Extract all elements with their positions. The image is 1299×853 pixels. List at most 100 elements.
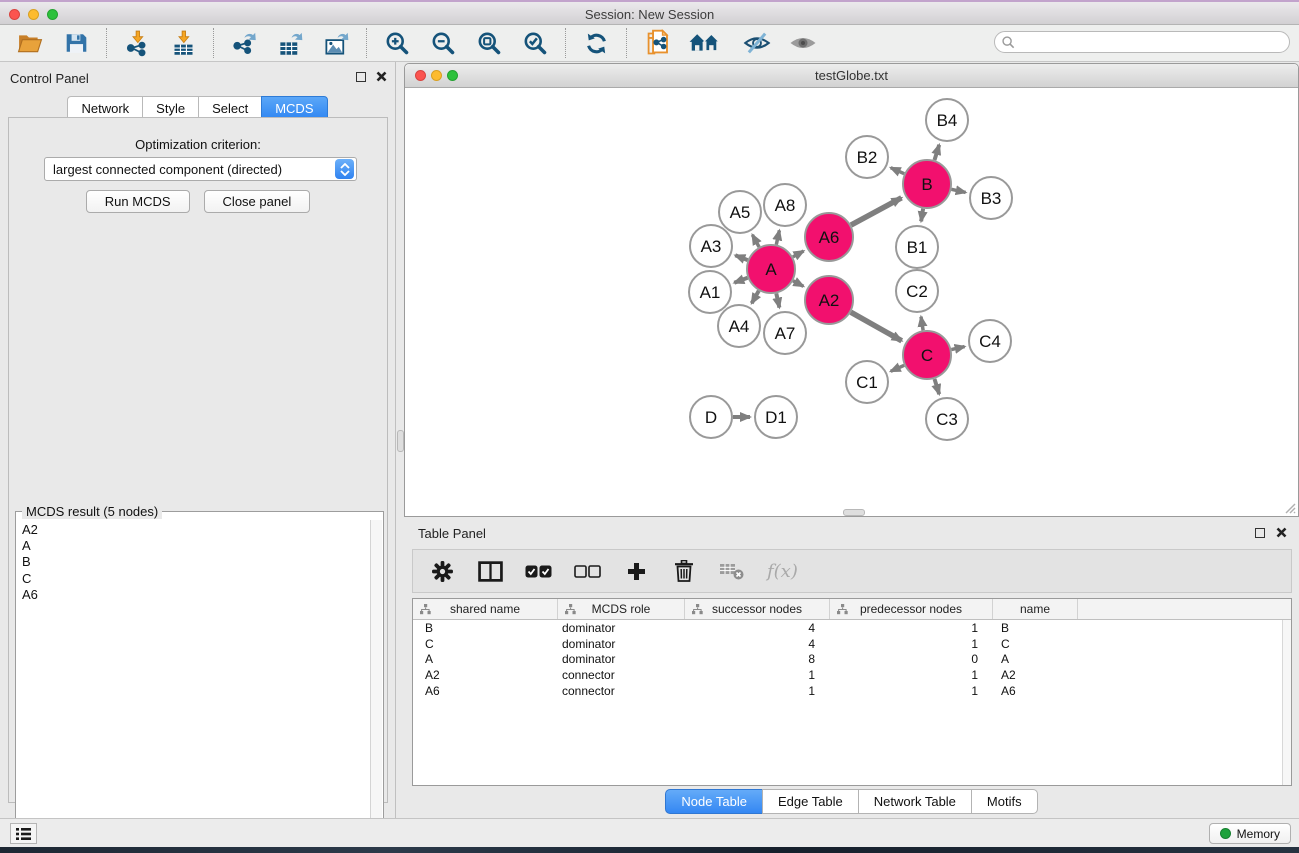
- graph-edge-C-C4[interactable]: [951, 347, 964, 350]
- graph-node-B4[interactable]: B4: [926, 99, 968, 141]
- table-row[interactable]: Bdominator41B: [413, 620, 1291, 636]
- cell-successor-nodes[interactable]: 4: [685, 637, 830, 651]
- cell-predecessor-nodes[interactable]: 0: [830, 652, 993, 666]
- search-field[interactable]: [994, 31, 1290, 53]
- memory-button[interactable]: Memory: [1209, 823, 1291, 844]
- tab-edge-table[interactable]: Edge Table: [762, 789, 858, 814]
- cell-MCDS-role[interactable]: dominator: [558, 621, 685, 635]
- graph-node-A6[interactable]: A6: [805, 213, 853, 261]
- cell-name[interactable]: A: [993, 652, 1078, 666]
- network-canvas[interactable]: AA1A2A3A4A5A6A7A8BB1B2B3B4CC1C2C3C4DD1: [405, 88, 1298, 516]
- tab-node-table[interactable]: Node Table: [665, 789, 762, 814]
- delete-column-trash-icon[interactable]: [671, 556, 697, 586]
- cell-MCDS-role[interactable]: dominator: [558, 637, 685, 651]
- graph-node-A3[interactable]: A3: [690, 225, 732, 267]
- cell-shared-name[interactable]: A2: [413, 668, 558, 682]
- cell-predecessor-nodes[interactable]: 1: [830, 668, 993, 682]
- show-column-panel-icon[interactable]: [477, 556, 503, 586]
- cell-name[interactable]: A2: [993, 668, 1078, 682]
- delete-table-icon[interactable]: [719, 556, 745, 586]
- select-all-columns-icon[interactable]: [525, 556, 552, 586]
- graph-edge-B-B4[interactable]: [935, 145, 940, 160]
- table-row[interactable]: A6connector11A6: [413, 683, 1291, 699]
- graph-node-D[interactable]: D: [690, 396, 732, 438]
- graph-edge-C-C2[interactable]: [921, 317, 923, 331]
- graph-edge-A-A8[interactable]: [776, 230, 779, 244]
- function-builder-icon[interactable]: f(x): [767, 556, 798, 586]
- cell-shared-name[interactable]: B: [413, 621, 558, 635]
- graph-node-A2[interactable]: A2: [805, 276, 853, 324]
- close-panel-icon[interactable]: [376, 71, 387, 82]
- task-history-button[interactable]: [10, 823, 37, 844]
- result-item[interactable]: C: [17, 571, 370, 587]
- float-panel-icon[interactable]: [356, 72, 366, 82]
- search-input[interactable]: [1016, 35, 1289, 49]
- column-header-predecessor-nodes[interactable]: predecessor nodes: [830, 599, 993, 619]
- zoom-in-icon[interactable]: [381, 28, 413, 58]
- result-item[interactable]: A: [17, 538, 370, 554]
- graph-edge-B-B1[interactable]: [921, 209, 923, 222]
- cell-name[interactable]: B: [993, 621, 1078, 635]
- cell-predecessor-nodes[interactable]: 1: [830, 621, 993, 635]
- cell-MCDS-role[interactable]: connector: [558, 684, 685, 698]
- column-header-name[interactable]: name: [993, 599, 1078, 619]
- graph-edge-A2-C[interactable]: [851, 312, 902, 341]
- cell-name[interactable]: C: [993, 637, 1078, 651]
- graph-node-B[interactable]: B: [903, 160, 951, 208]
- cell-name[interactable]: A6: [993, 684, 1078, 698]
- show-panel-eye-icon[interactable]: [787, 28, 819, 58]
- cell-shared-name[interactable]: A6: [413, 684, 558, 698]
- graph-edge-A-A2[interactable]: [793, 281, 803, 287]
- criterion-dropdown[interactable]: largest connected component (directed): [44, 157, 357, 181]
- export-network-icon[interactable]: [228, 28, 260, 58]
- result-item[interactable]: A2: [17, 522, 370, 538]
- graph-edge-A-A6[interactable]: [793, 251, 804, 257]
- refresh-icon[interactable]: [580, 28, 612, 58]
- cell-successor-nodes[interactable]: 1: [685, 668, 830, 682]
- column-header-successor-nodes[interactable]: successor nodes: [685, 599, 830, 619]
- result-item[interactable]: B: [17, 554, 370, 570]
- mcds-result-list[interactable]: A2ABCA6: [17, 520, 370, 853]
- zoom-fit-icon[interactable]: [473, 28, 505, 58]
- zoom-out-icon[interactable]: [427, 28, 459, 58]
- export-image-icon[interactable]: [320, 28, 352, 58]
- graph-node-A8[interactable]: A8: [764, 184, 806, 226]
- graph-edge-B-B3[interactable]: [951, 189, 965, 192]
- import-network-icon[interactable]: [121, 28, 153, 58]
- graph-node-C4[interactable]: C4: [969, 320, 1011, 362]
- graph-node-A[interactable]: A: [747, 245, 795, 293]
- run-mcds-button[interactable]: Run MCDS: [86, 190, 190, 213]
- zoom-selected-icon[interactable]: [519, 28, 551, 58]
- graph-edge-A-A4[interactable]: [752, 291, 759, 304]
- open-file-icon[interactable]: [14, 28, 46, 58]
- cell-successor-nodes[interactable]: 1: [685, 684, 830, 698]
- close-table-panel-icon[interactable]: [1276, 527, 1287, 538]
- graph-node-B3[interactable]: B3: [970, 177, 1012, 219]
- cell-shared-name[interactable]: A: [413, 652, 558, 666]
- result-item[interactable]: A6: [17, 587, 370, 603]
- graph-edge-C-C3[interactable]: [935, 379, 940, 394]
- graph-node-D1[interactable]: D1: [755, 396, 797, 438]
- graph-edge-A-A7[interactable]: [776, 293, 779, 307]
- column-header-MCDS-role[interactable]: MCDS role: [558, 599, 685, 619]
- graph-edge-B-B2[interactable]: [891, 168, 905, 174]
- graph-edge-A6-B[interactable]: [851, 198, 902, 225]
- cell-MCDS-role[interactable]: connector: [558, 668, 685, 682]
- graph-node-A1[interactable]: A1: [689, 271, 731, 313]
- graph-node-C3[interactable]: C3: [926, 398, 968, 440]
- save-session-icon[interactable]: [60, 28, 92, 58]
- cell-successor-nodes[interactable]: 4: [685, 621, 830, 635]
- close-panel-button[interactable]: Close panel: [204, 190, 311, 213]
- graph-node-B2[interactable]: B2: [846, 136, 888, 178]
- home-icon[interactable]: [687, 28, 727, 58]
- graph-node-A4[interactable]: A4: [718, 305, 760, 347]
- graph-node-B1[interactable]: B1: [896, 226, 938, 268]
- table-row[interactable]: A2connector11A2: [413, 667, 1291, 683]
- export-table-icon[interactable]: [274, 28, 306, 58]
- create-column-plus-icon[interactable]: [623, 556, 649, 586]
- horizontal-splitter-grip[interactable]: [843, 509, 865, 516]
- network-window-titlebar[interactable]: testGlobe.txt: [405, 64, 1298, 88]
- graph-edge-A-A1[interactable]: [734, 278, 747, 283]
- window-resize-grip[interactable]: [1282, 500, 1296, 514]
- hide-panel-eye-icon[interactable]: [741, 28, 773, 58]
